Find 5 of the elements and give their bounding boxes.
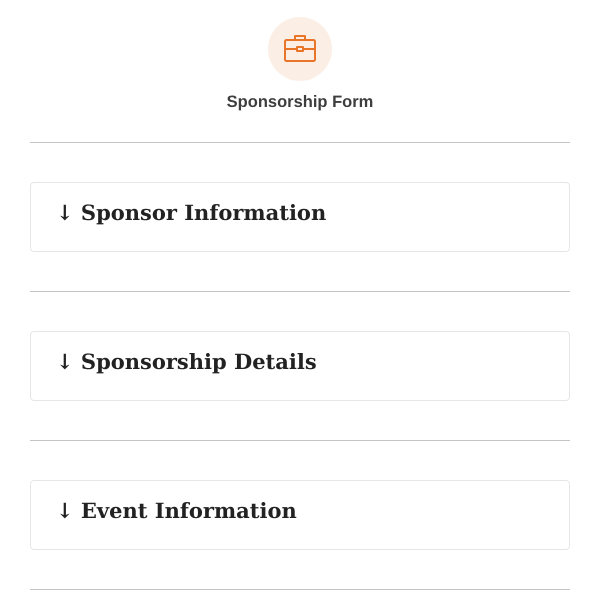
section-heading[interactable]: ↓ Sponsorship Details (56, 348, 317, 376)
form-title: Sponsorship Form (226, 92, 374, 112)
briefcase-icon (268, 17, 332, 81)
section-heading[interactable]: ↓ Sponsor Information (56, 199, 326, 227)
section-heading[interactable]: ↓ Event Information (56, 497, 297, 525)
